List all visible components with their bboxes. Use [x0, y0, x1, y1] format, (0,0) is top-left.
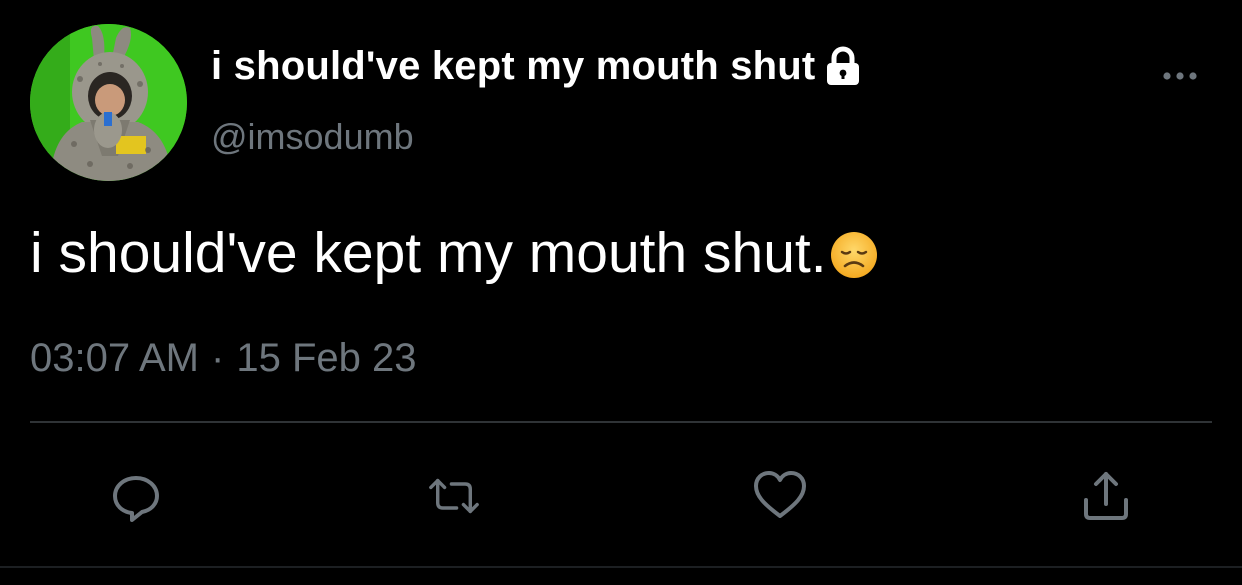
tweet-timestamp[interactable]: 03:07 AM · 15 Feb 23 [30, 336, 416, 381]
reply-icon [113, 476, 159, 522]
like-button[interactable] [750, 466, 810, 526]
tweet-time: 03:07 AM [30, 336, 200, 380]
avatar[interactable] [30, 24, 187, 181]
tweet-text: i should've kept my mouth shut. [30, 221, 827, 285]
share-button[interactable] [1076, 466, 1136, 526]
more-horizontal-icon[interactable] [1160, 66, 1200, 86]
bottom-divider [0, 566, 1242, 568]
divider [30, 421, 1212, 423]
disappointed-face-emoji [829, 228, 879, 278]
meta-separator: · [211, 336, 225, 380]
avatar-image [30, 24, 187, 181]
display-name-row[interactable]: i should've kept my mouth shut [211, 40, 865, 92]
tweet-date: 15 Feb 23 [236, 336, 417, 380]
retweet-icon [429, 478, 479, 514]
lock-icon [821, 44, 865, 88]
tweet-text-row: i should've kept my mouth shut. [30, 218, 879, 288]
reply-button[interactable] [106, 466, 166, 526]
display-name[interactable]: i should've kept my mouth shut [211, 44, 815, 89]
user-handle[interactable]: @imsodumb [211, 116, 414, 158]
heart-icon [754, 471, 806, 518]
share-icon [1084, 472, 1128, 520]
retweet-button[interactable] [424, 466, 484, 526]
tweet-card: i should've kept my mouth shut @imsodumb… [0, 0, 1242, 585]
